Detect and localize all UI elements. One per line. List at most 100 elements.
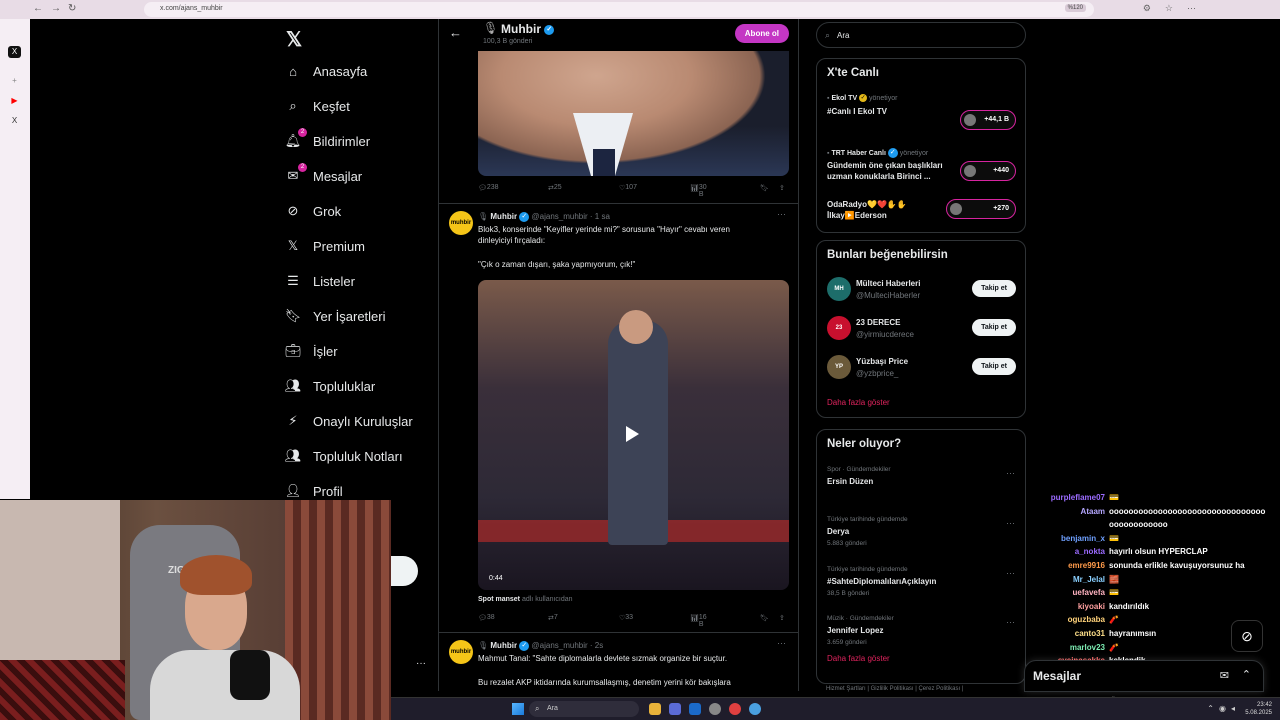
live-title[interactable]: #Canlı I Ekol TV [827,106,952,117]
back-icon[interactable]: ← [33,3,43,14]
youtube-tab-icon[interactable]: ▶ [8,95,21,107]
avatar[interactable]: MH [827,277,851,301]
post-button-fragment[interactable] [391,556,418,586]
nav-item-topluluk-notları[interactable]: 👥︎ Topluluk Notları [284,441,403,471]
trend-name[interactable]: #SahteDiplomalılarıAçıklayın [827,577,936,586]
chat-username[interactable]: benjamin_x [1030,532,1105,546]
reply-button[interactable]: 💬︎ 238 [478,184,499,192]
account-name[interactable]: Yüzbaşı Price [856,357,908,366]
chat-username[interactable]: Mr_Jelal [1030,573,1105,587]
nav-item-yer-i-şaretleri[interactable]: 🔖︎ Yer İşaretleri [284,301,386,331]
nav-item-keşfet[interactable]: ⌕ Keşfet [284,91,350,121]
avatar[interactable]: YP [827,355,851,379]
account-name[interactable]: 23 DERECE [856,318,900,327]
nav-item-premium[interactable]: 𝕏 Premium [284,231,365,261]
views-stat[interactable]: 📊︎ 16 B [690,614,707,628]
obs-icon[interactable] [709,703,721,715]
reload-icon[interactable]: ↻ [68,3,76,14]
discord-icon[interactable] [669,703,681,715]
nav-item-grok[interactable]: ⊘ Grok [284,196,342,226]
steam-icon[interactable] [689,703,701,715]
avatar[interactable]: 23 [827,316,851,340]
clock[interactable]: 23:42 5.08.2025 [1245,701,1272,717]
share-button[interactable]: ⇪ [779,184,785,192]
chat-username[interactable]: oguzbaba [1030,613,1105,627]
messages-drawer[interactable]: Mesajlar ✉ ⌃ [1024,660,1264,692]
like-button[interactable]: ♡ 33 [619,614,633,622]
chat-username[interactable]: Ataam [1030,505,1105,519]
expand-icon[interactable]: ⌃ [1242,668,1251,681]
subscribe-button[interactable]: Abone ol [734,24,789,43]
live-join-button[interactable]: +440 [960,161,1016,181]
more-icon[interactable]: ··· [777,638,786,648]
nav-item-onaylı-kuruluşlar[interactable]: ⚡︎ Onaylı Kuruluşlar [284,406,412,436]
chat-username[interactable]: emre9916 [1030,559,1105,573]
back-arrow-icon[interactable]: ← [449,25,462,40]
grok-icon[interactable]: ⊘ [1231,620,1263,652]
avatar[interactable]: muhbir [449,211,473,235]
chat-username[interactable]: canto31 [1030,627,1105,641]
live-title[interactable]: Gündemin öne çıkan başlıkları uzman konu… [827,160,952,182]
zoom-badge[interactable]: %120 [1064,4,1086,12]
footer-links[interactable]: Hizmet Şartları | Gizlilik Politikası | … [826,686,963,692]
nav-item-anasayfa[interactable]: ⌂ Anasayfa [284,56,367,86]
more-icon[interactable]: ··· [777,209,786,219]
x-tab-icon[interactable]: X [8,46,21,58]
system-tray[interactable]: ⌃◉◂ [1207,704,1240,713]
chat-username[interactable]: kiyoaki [1030,600,1105,614]
bookmark-button[interactable]: 🔖︎ [760,614,769,622]
like-button[interactable]: ♡ 107 [619,184,637,192]
nav-item-mesajlar[interactable]: ✉ 2 Mesajlar [284,161,362,191]
chat-username[interactable]: marlov23 [1030,641,1105,655]
trend-name[interactable]: Jennifer Lopez [827,626,883,635]
nav-item-topluluklar[interactable]: 👥︎ Topluluklar [284,371,375,401]
add-tab-icon[interactable]: + [8,75,21,87]
retweet-button[interactable]: ⇄ 25 [548,184,562,192]
more-icon[interactable]: ··· [1006,518,1015,528]
chat-username[interactable]: purpleflame07 [1030,491,1105,505]
play-icon[interactable] [626,426,639,442]
browser-icon[interactable] [729,703,741,715]
follow-button[interactable]: Takip et [972,319,1016,336]
chat-username[interactable]: uefavefa [1030,586,1105,600]
nav-item-bildirimler[interactable]: 🔔︎ 2 Bildirimler [284,126,370,156]
x-tab-icon-2[interactable]: X [8,115,21,127]
follow-button[interactable]: Takip et [972,358,1016,375]
search-input[interactable]: ⌕ Ara [816,22,1026,48]
address-bar[interactable]: x.com/ajans_muhbir %120 [144,2,1094,17]
live-join-button[interactable]: +44,1 B [960,110,1016,130]
live-join-button[interactable]: +270 [946,199,1016,219]
compose-message-icon[interactable]: ✉ [1220,669,1229,682]
x-logo-icon[interactable]: 𝕏 [286,27,302,52]
avatar[interactable]: muhbir [449,640,473,664]
forward-icon[interactable]: → [51,3,61,14]
folder-icon[interactable] [649,703,661,715]
nav-item-listeler[interactable]: ☰ Listeler [284,266,355,296]
account-name[interactable]: Mülteci Haberleri [856,279,920,288]
live-title[interactable]: OdaRadyo💛❤️✋✋ İlkay▶️Ederson [827,199,952,221]
show-more-link[interactable]: Daha fazla göster [827,398,890,407]
tweet-video[interactable]: 0:44 [478,280,789,590]
chat-username[interactable]: a_nokta [1030,545,1105,559]
more-icon[interactable]: ··· [1006,568,1015,578]
share-button[interactable]: ⇪ [779,614,785,622]
browser-actions[interactable]: ⚙☆⋯ [1143,3,1210,14]
reply-button[interactable]: 💬︎ 38 [478,614,495,622]
taskbar-search[interactable]: ⌕ Ara [529,701,639,717]
live-source[interactable]: ▪ Ekol TV ✓ yönetiyor [827,94,897,102]
tweet-image[interactable] [478,51,789,176]
trend-name[interactable]: Derya [827,527,849,536]
views-stat[interactable]: 📊︎ 30 B [690,184,707,198]
follow-button[interactable]: Takip et [972,280,1016,297]
show-more-link[interactable]: Daha fazla göster [827,654,890,663]
more-icon[interactable]: ··· [1006,468,1015,478]
retweet-button[interactable]: ⇄ 7 [548,614,558,622]
trend-name[interactable]: Ersin Düzen [827,477,873,486]
app-icon[interactable] [749,703,761,715]
nav-item-i-şler[interactable]: 💼︎ İşler [284,336,338,366]
bookmark-button[interactable]: 🔖︎ [760,184,769,192]
live-source[interactable]: ▪ TRT Haber Canlı ✓ yönetiyor [827,148,928,158]
more-icon[interactable]: ··· [1006,617,1015,627]
windows-start-icon[interactable] [512,703,524,715]
more-icon[interactable]: ··· [416,658,426,669]
